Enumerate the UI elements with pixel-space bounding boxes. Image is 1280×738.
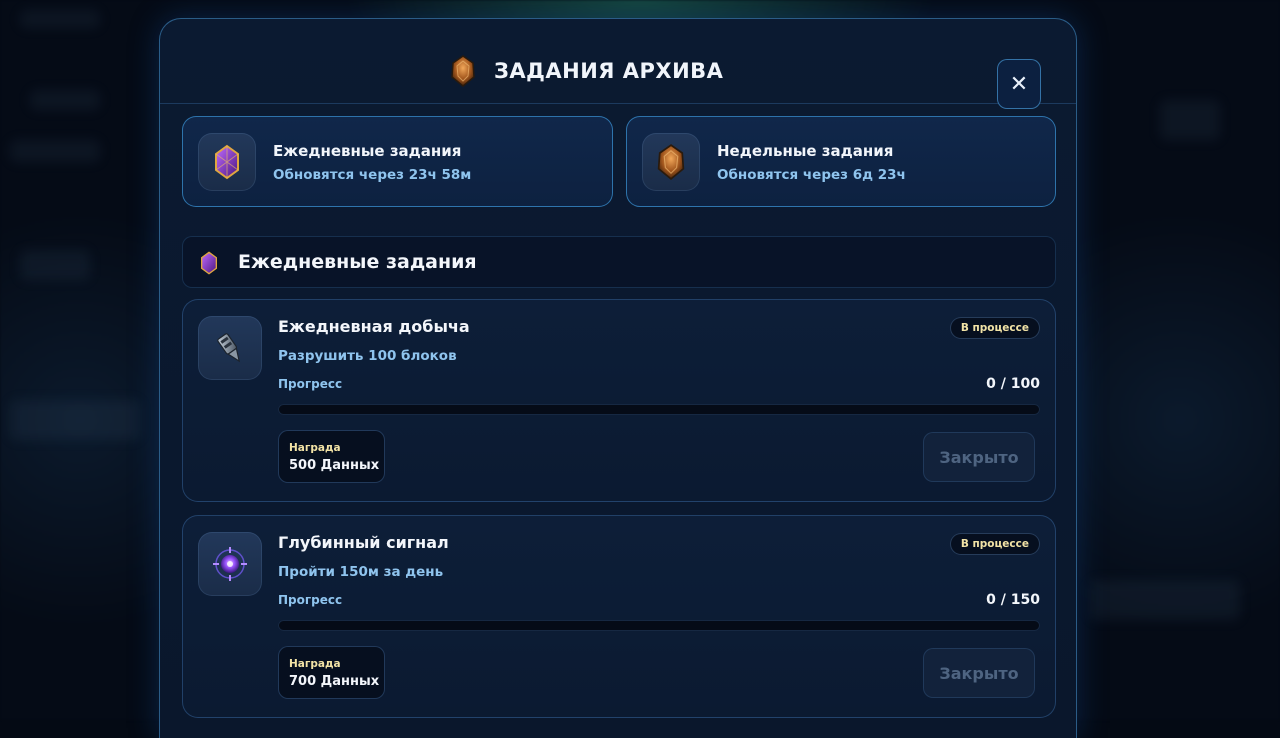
reward-value: 700 Данных xyxy=(289,674,379,689)
amber-gem-icon xyxy=(450,55,476,87)
tab-daily-quests[interactable]: Ежедневные задания Обновятся через 23ч 5… xyxy=(182,116,613,207)
quest-icon-box xyxy=(198,316,262,380)
signal-orb-icon xyxy=(210,544,250,584)
tab-icon-box xyxy=(642,133,700,191)
background-hud-element xyxy=(1160,100,1220,140)
tab-weekly-quests[interactable]: Недельные задания Обновятся через 6д 23ч xyxy=(626,116,1056,207)
progress-count: 0 / 150 xyxy=(986,592,1040,608)
background-hud-element xyxy=(20,10,100,28)
quest-name: Ежедневная добыча xyxy=(278,317,470,336)
reward-box: Награда 700 Данных xyxy=(278,646,385,699)
drill-icon xyxy=(210,328,250,368)
progress-bar xyxy=(278,620,1040,631)
background-hud-element xyxy=(1090,580,1240,620)
section-header-daily: Ежедневные задания xyxy=(182,236,1056,288)
amber-gem-icon xyxy=(656,144,686,180)
reward-value: 500 Данных xyxy=(289,458,379,473)
modal-title-group: ЗАДАНИЯ АРХИВА xyxy=(450,55,723,87)
status-badge: В процессе xyxy=(950,533,1040,555)
reward-label: Награда xyxy=(289,658,341,670)
progress-label: Прогресс xyxy=(278,377,342,391)
reward-box: Награда 500 Данных xyxy=(278,430,385,483)
progress-count: 0 / 100 xyxy=(986,376,1040,392)
quest-description: Разрушить 100 блоков xyxy=(278,348,457,364)
reward-label: Награда xyxy=(289,442,341,454)
tab-title: Ежедневные задания xyxy=(273,142,461,160)
purple-crystal-icon xyxy=(199,251,223,275)
section-title: Ежедневные задания xyxy=(238,251,477,273)
modal-title: ЗАДАНИЯ АРХИВА xyxy=(494,59,723,83)
quest-card: Глубинный сигнал Пройти 150м за день В п… xyxy=(182,515,1056,718)
progress-bar xyxy=(278,404,1040,415)
background-hud-element xyxy=(10,140,100,162)
close-icon: ✕ xyxy=(1010,72,1028,97)
tab-icon-box xyxy=(198,133,256,191)
modal-header: ЗАДАНИЯ АРХИВА ✕ xyxy=(160,19,1076,104)
claim-button[interactable]: Закрыто xyxy=(923,432,1035,482)
quest-card: Ежедневная добыча Разрушить 100 блоков В… xyxy=(182,299,1056,502)
quest-description: Пройти 150м за день xyxy=(278,564,443,580)
claim-button[interactable]: Закрыто xyxy=(923,648,1035,698)
tab-title: Недельные задания xyxy=(717,142,893,160)
background-hud-element xyxy=(20,250,90,280)
purple-crystal-icon xyxy=(212,144,242,180)
tab-refresh-timer: Обновятся через 6д 23ч xyxy=(717,167,906,183)
quest-name: Глубинный сигнал xyxy=(278,533,449,552)
quest-icon-box xyxy=(198,532,262,596)
archive-quests-modal: ЗАДАНИЯ АРХИВА ✕ Ежедневны xyxy=(159,18,1077,738)
background-hud-element xyxy=(10,400,140,440)
progress-label: Прогресс xyxy=(278,593,342,607)
status-badge: В процессе xyxy=(950,317,1040,339)
background-hud-element xyxy=(30,90,100,110)
tab-refresh-timer: Обновятся через 23ч 58м xyxy=(273,167,471,183)
close-button[interactable]: ✕ xyxy=(997,59,1041,109)
